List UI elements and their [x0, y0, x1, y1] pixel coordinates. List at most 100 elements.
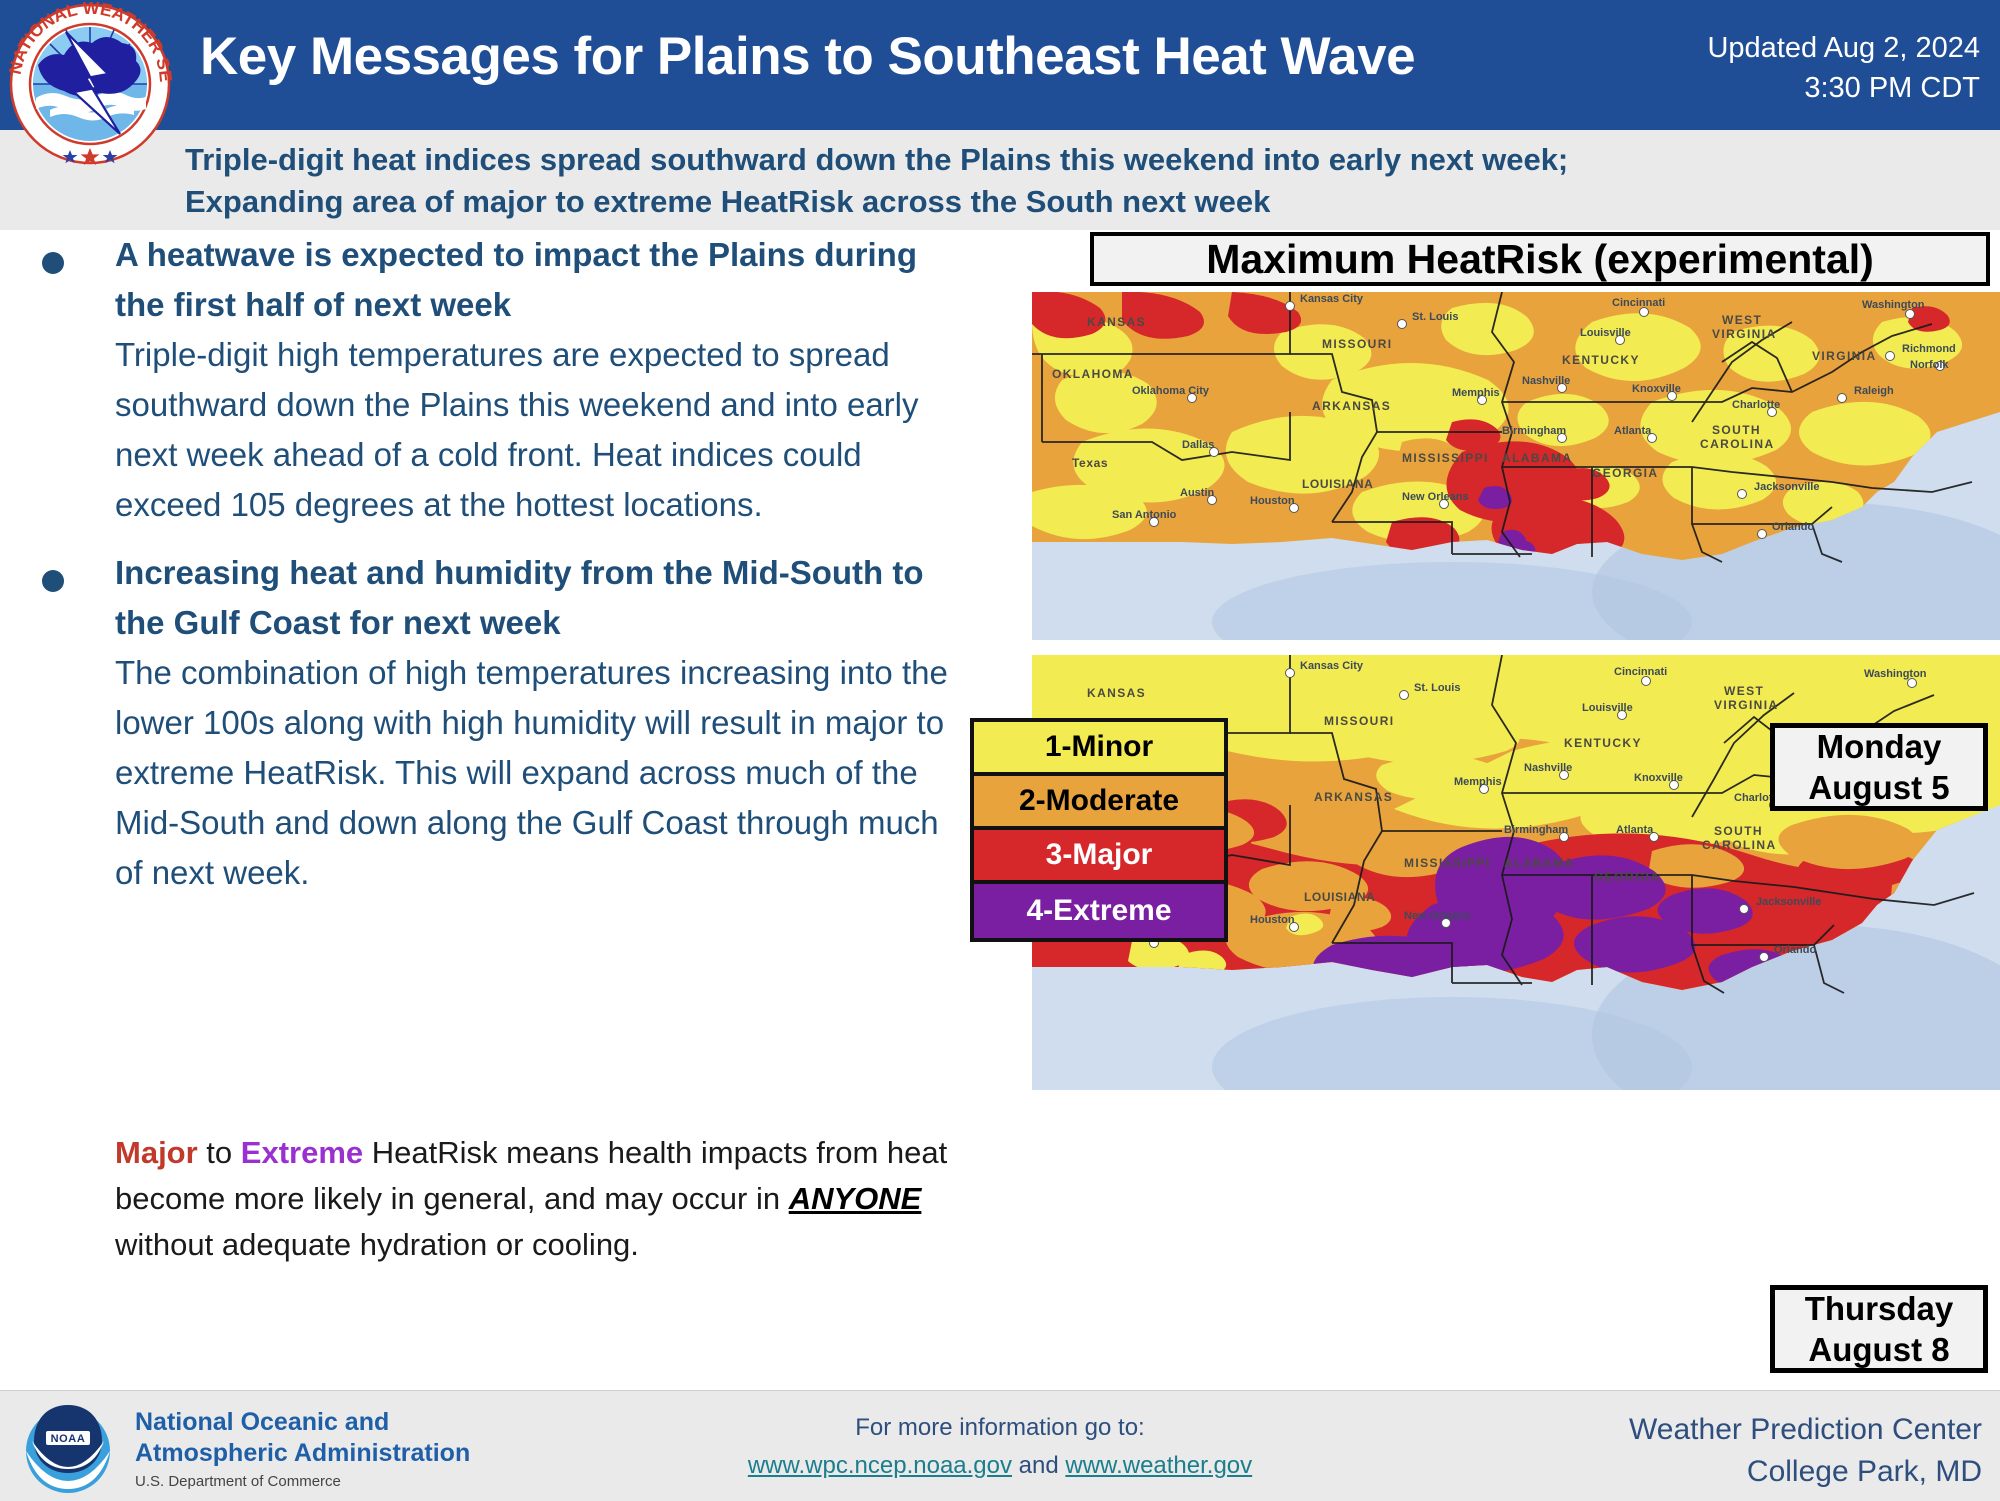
- heatrisk-map-monday[interactable]: Kansas City St. Louis Cincinnati Washingto…: [1032, 292, 2000, 640]
- svg-text:Memphis: Memphis: [1452, 387, 1500, 399]
- updated-timestamp: Updated Aug 2, 2024 3:30 PM CDT: [1560, 28, 1980, 108]
- svg-text:KENTUCKY: KENTUCKY: [1562, 353, 1640, 367]
- svg-text:Orlando: Orlando: [1774, 944, 1816, 956]
- svg-text:Atlanta: Atlanta: [1614, 425, 1652, 437]
- monday-weekday: Monday: [1816, 728, 1942, 765]
- svg-text:Houston: Houston: [1250, 914, 1295, 926]
- svg-text:ALABAMA: ALABAMA: [1504, 856, 1574, 870]
- noaa-department-line: U.S. Department of Commerce: [135, 1473, 341, 1490]
- legend-item-major: 3-Major: [974, 830, 1224, 884]
- svg-text:Richmond: Richmond: [1902, 343, 1956, 355]
- office-location: College Park, MD: [1746, 1455, 1982, 1488]
- svg-text:Cincinnati: Cincinnati: [1612, 297, 1665, 309]
- svg-text:Houston: Houston: [1250, 495, 1295, 507]
- wpc-link[interactable]: www.wpc.ncep.noaa.gov: [748, 1452, 1012, 1479]
- svg-text:Jacksonville: Jacksonville: [1756, 896, 1821, 908]
- office-name: Weather Prediction Center: [1629, 1413, 1982, 1446]
- svg-text:Louisville: Louisville: [1582, 702, 1633, 714]
- svg-text:LOUISIANA: LOUISIANA: [1304, 890, 1375, 904]
- page-title: Key Messages for Plains to Southeast Hea…: [200, 27, 1416, 86]
- legend-item-extreme: 4-Extreme: [974, 884, 1224, 938]
- svg-text:OKLAHOMA: OKLAHOMA: [1052, 367, 1134, 381]
- thursday-date: August 8: [1808, 1331, 1950, 1368]
- svg-text:CAROLINA: CAROLINA: [1702, 838, 1777, 852]
- svg-text:ARKANSAS: ARKANSAS: [1314, 790, 1393, 804]
- thursday-weekday: Thursday: [1804, 1290, 1954, 1327]
- svg-text:VIRGINIA: VIRGINIA: [1714, 698, 1779, 712]
- svg-text:LOUISIANA: LOUISIANA: [1302, 477, 1373, 491]
- map-title-banner: Maximum HeatRisk (experimental): [1090, 232, 1990, 286]
- svg-text:MISSOURI: MISSOURI: [1322, 337, 1393, 351]
- legend-label-extreme: 4-Extreme: [1026, 894, 1172, 927]
- svg-text:Orlando: Orlando: [1772, 521, 1814, 533]
- updated-date: Updated Aug 2, 2024: [1707, 32, 1980, 64]
- svg-text:St. Louis: St. Louis: [1412, 311, 1458, 323]
- svg-text:Memphis: Memphis: [1454, 776, 1502, 788]
- svg-text:San Antonio: San Antonio: [1112, 509, 1177, 521]
- bullet-2-body: The combination of high temperatures inc…: [115, 654, 948, 891]
- svg-text:New Orleans: New Orleans: [1402, 491, 1469, 503]
- svg-text:Charlotte: Charlotte: [1732, 399, 1780, 411]
- page-header: Key Messages for Plains to Southeast Hea…: [0, 0, 2000, 130]
- svg-text:KANSAS: KANSAS: [1087, 686, 1146, 700]
- subtitle-line-2: Expanding area of major to extreme HeatR…: [185, 184, 1271, 219]
- bullet-2-heading: Increasing heat and humidity from the Mi…: [115, 554, 924, 641]
- closing-text-1: to: [197, 1135, 241, 1170]
- page-footer: NOAA National Oceanic and Atmospheric Ad…: [0, 1390, 2000, 1501]
- svg-text:Knoxville: Knoxville: [1634, 772, 1683, 784]
- legend-item-moderate: 2-Moderate: [974, 776, 1224, 830]
- svg-text:Kansas City: Kansas City: [1300, 660, 1364, 672]
- major-keyword: Major: [115, 1135, 198, 1170]
- footer-links: www.wpc.ncep.noaa.gov and www.weather.go…: [640, 1447, 1360, 1485]
- svg-text:MISSOURI: MISSOURI: [1324, 714, 1395, 728]
- svg-text:Birmingham: Birmingham: [1504, 824, 1568, 836]
- weather-gov-link[interactable]: www.weather.gov: [1065, 1452, 1252, 1479]
- subtitle-band: Triple-digit heat indices spread southwa…: [0, 130, 2000, 230]
- svg-text:Atlanta: Atlanta: [1616, 824, 1654, 836]
- closing-paragraph: Major to Extreme HeatRisk means health i…: [115, 1130, 955, 1268]
- svg-text:MISSISSIPPI: MISSISSIPPI: [1404, 856, 1491, 870]
- svg-text:Washington: Washington: [1864, 668, 1927, 680]
- legend-label-moderate: 2-Moderate: [1018, 784, 1180, 817]
- svg-text:Nashville: Nashville: [1522, 375, 1570, 387]
- svg-text:Cincinnati: Cincinnati: [1614, 666, 1667, 678]
- svg-text:GEORGIA: GEORGIA: [1594, 870, 1660, 884]
- legend-label-minor: 1-Minor: [1044, 730, 1154, 763]
- map-date-label-monday: Monday August 5: [1770, 723, 1988, 811]
- extreme-keyword: Extreme: [240, 1135, 364, 1170]
- svg-text:Austin: Austin: [1180, 487, 1215, 499]
- svg-text:ARKANSAS: ARKANSAS: [1312, 399, 1391, 413]
- svg-text:CAROLINA: CAROLINA: [1700, 437, 1775, 451]
- svg-text:Louisville: Louisville: [1580, 327, 1631, 339]
- monday-date: August 5: [1808, 769, 1950, 806]
- key-messages-panel: A heatwave is expected to impact the Pla…: [0, 230, 1000, 1390]
- closing-text-3: without adequate hydration or cooling.: [115, 1227, 639, 1262]
- svg-text:WEST: WEST: [1722, 313, 1762, 327]
- svg-text:SOUTH: SOUTH: [1712, 423, 1761, 437]
- noaa-logo-icon: NOAA: [18, 1401, 118, 1498]
- svg-text:Raleigh: Raleigh: [1854, 385, 1894, 397]
- svg-text:St. Louis: St. Louis: [1414, 682, 1460, 694]
- svg-text:NOAA: NOAA: [51, 1433, 86, 1445]
- svg-text:Norfolk: Norfolk: [1910, 359, 1949, 371]
- updated-time: 3:30 PM CDT: [1804, 72, 1980, 104]
- svg-text:MISSISSIPPI: MISSISSIPPI: [1402, 451, 1489, 465]
- more-info-label: For more information go to:: [855, 1414, 1145, 1441]
- issuing-office: Weather Prediction Center College Park, …: [1362, 1409, 1982, 1493]
- map-date-label-thursday: Thursday August 8: [1770, 1285, 1988, 1373]
- svg-text:Dallas: Dallas: [1182, 439, 1214, 451]
- subtitle-line-1: Triple-digit heat indices spread southwa…: [185, 142, 1569, 177]
- noaa-line-1: National Oceanic and: [135, 1408, 390, 1436]
- svg-text:GEORGIA: GEORGIA: [1592, 466, 1658, 480]
- svg-text:WEST: WEST: [1724, 684, 1764, 698]
- bullet-dot-icon: [42, 570, 64, 592]
- legend-item-minor: 1-Minor: [974, 722, 1224, 776]
- svg-text:VIRGINIA: VIRGINIA: [1712, 327, 1777, 341]
- links-conjunction: and: [1012, 1452, 1066, 1479]
- anyone-keyword: ANYONE: [788, 1181, 922, 1216]
- national-weather-service-logo-icon: NATIONAL WEATHER SERVICE: [2, 0, 176, 167]
- svg-text:Knoxville: Knoxville: [1632, 383, 1681, 395]
- noaa-line-2: Atmospheric Administration: [135, 1439, 471, 1467]
- svg-text:New Orleans: New Orleans: [1404, 910, 1471, 922]
- bullet-dot-icon: [42, 252, 64, 274]
